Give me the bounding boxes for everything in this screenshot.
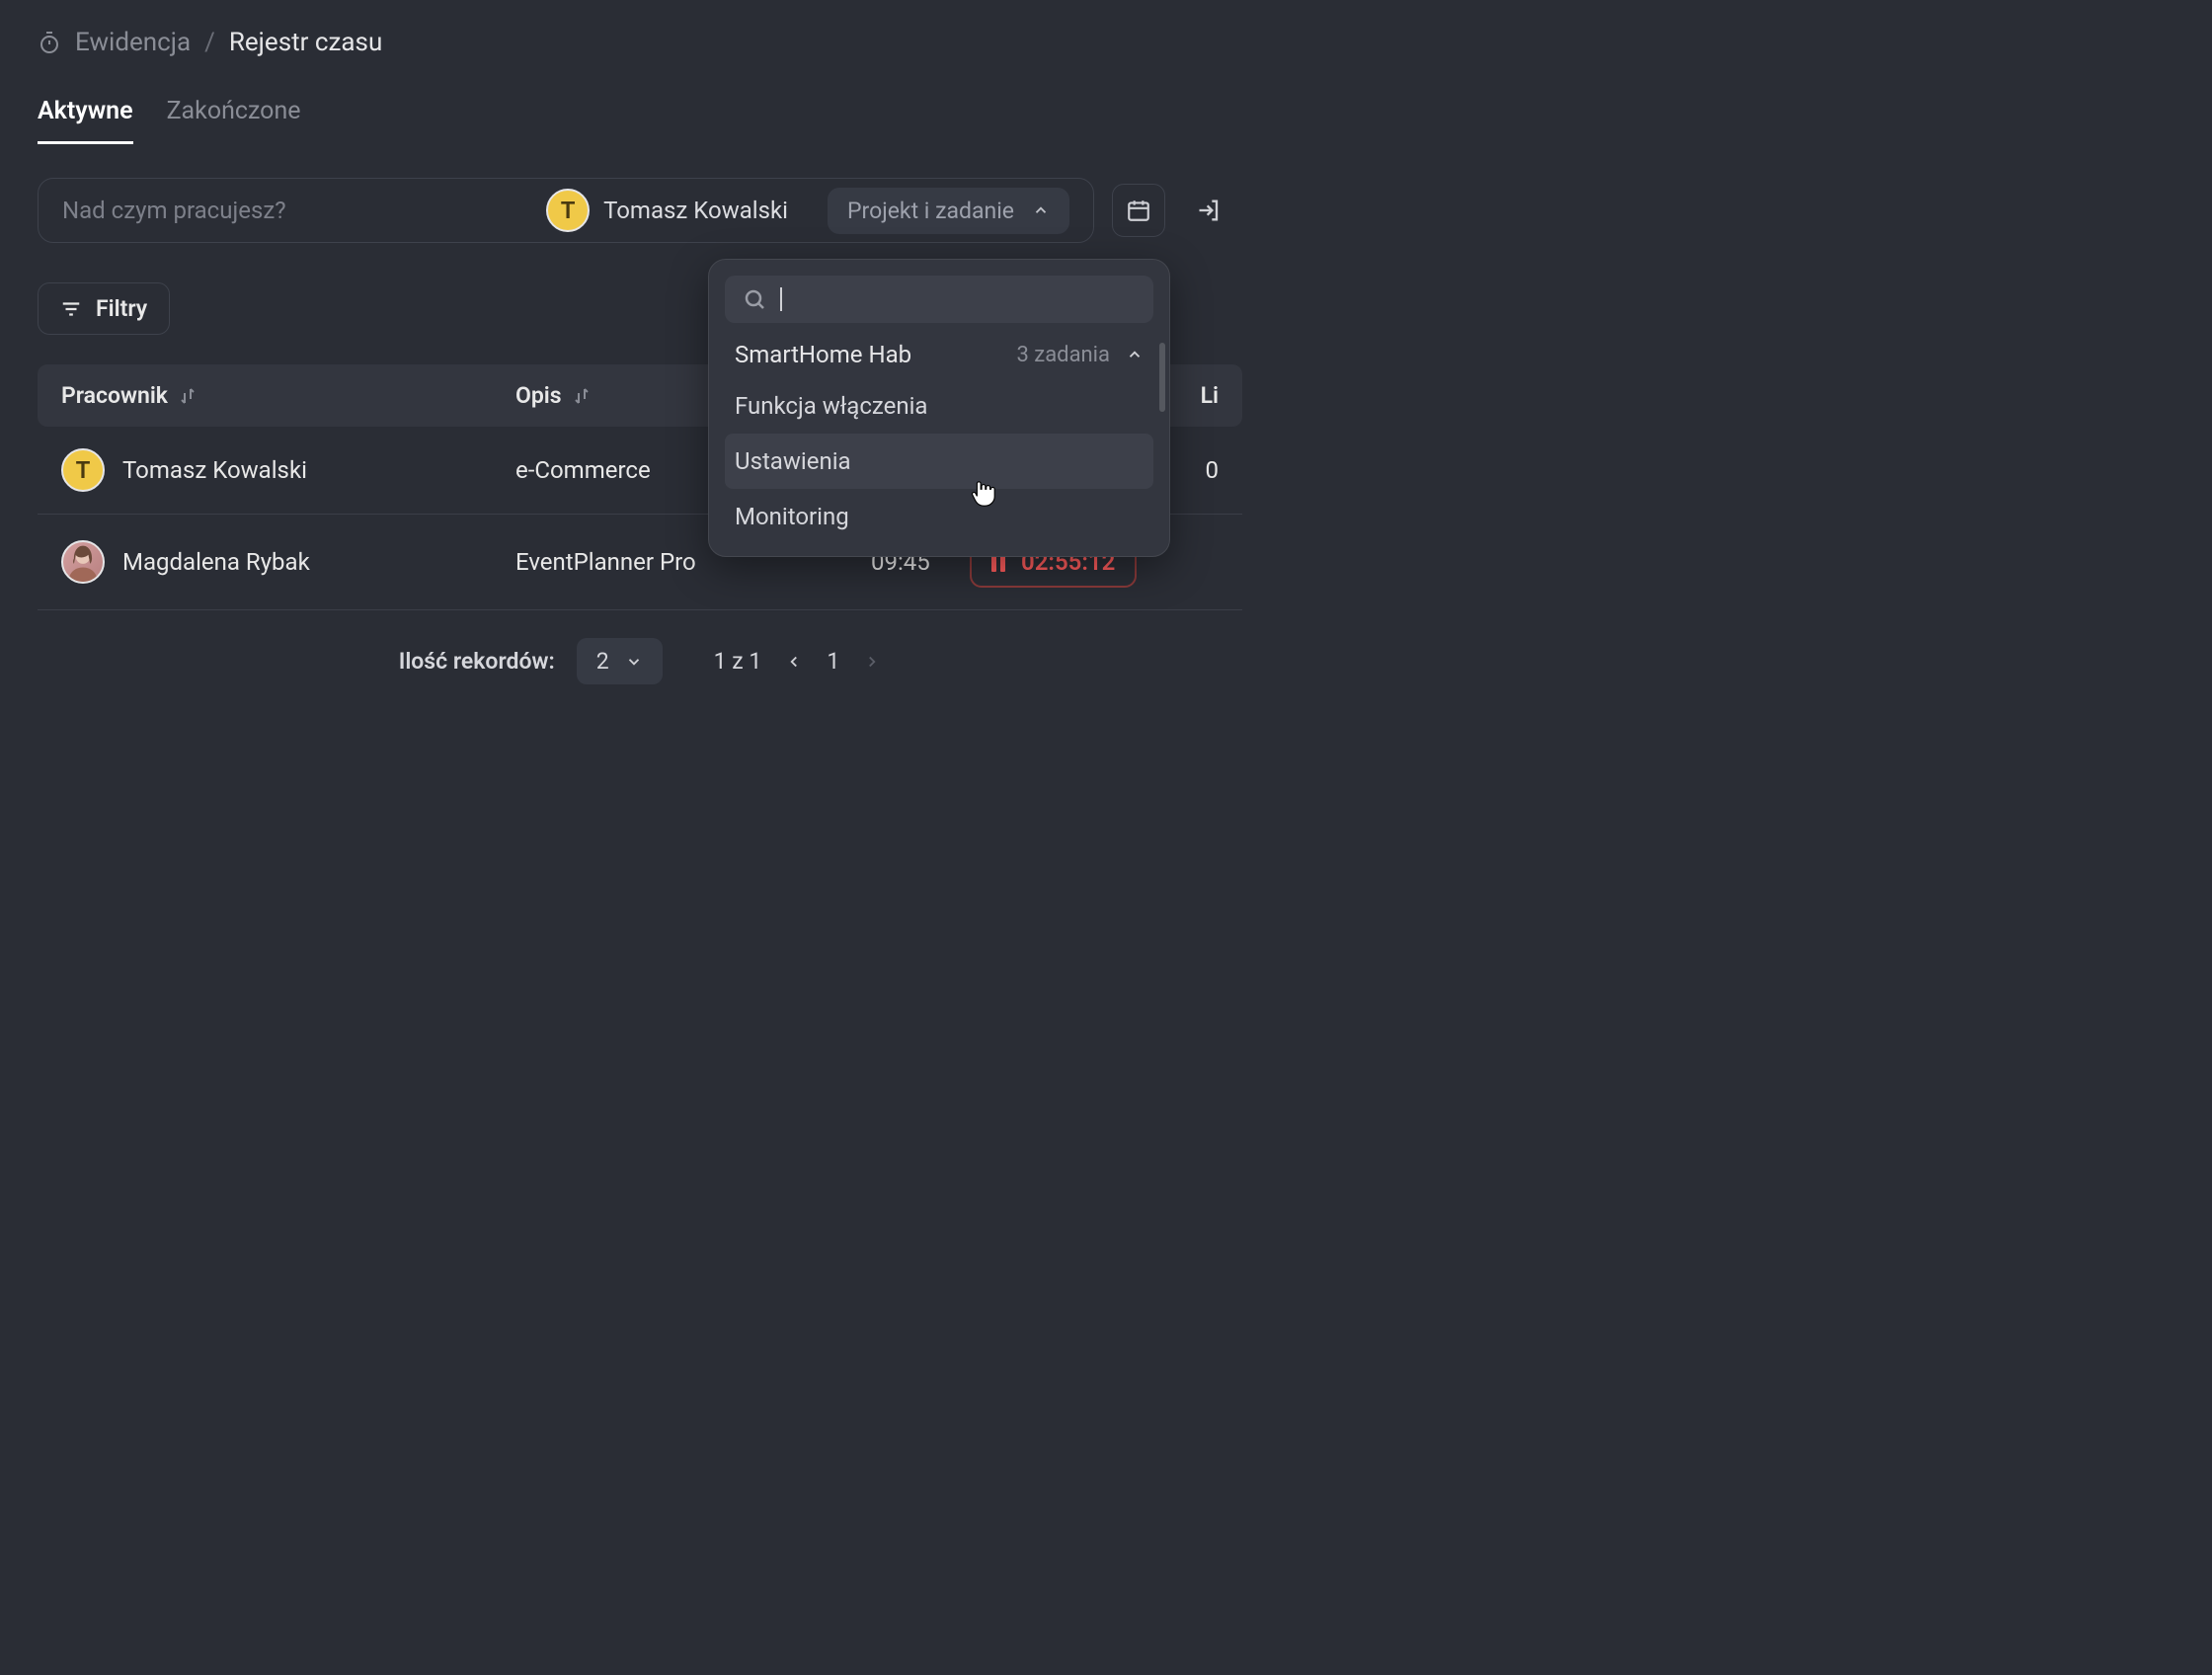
entry-bar: Nad czym pracujesz? T Tomasz Kowalski Pr… [38, 178, 1094, 243]
column-right[interactable]: Li [1201, 382, 1219, 409]
calendar-icon [1126, 198, 1151, 223]
filters-button[interactable]: Filtry [38, 282, 170, 335]
page-range: 1 z 1 [714, 648, 762, 675]
column-worker[interactable]: Pracownik [61, 382, 515, 409]
task-option[interactable]: Funkcja włączenia [725, 378, 1153, 434]
avatar: T [546, 189, 590, 232]
avatar [61, 540, 105, 584]
pagination: Ilość rekordów: 2 1 z 1 1 [38, 638, 1242, 684]
popover-search[interactable] [725, 276, 1153, 323]
text-caret [780, 287, 782, 311]
project-task-dropdown[interactable]: Projekt i zadanie [828, 188, 1069, 234]
records-label: Ilość rekordów: [399, 648, 555, 675]
project-group[interactable]: SmartHome Hab 3 zadania [725, 323, 1153, 378]
filters-label: Filtry [96, 295, 147, 322]
search-icon [743, 287, 766, 311]
project-task-count: 3 zadania [1016, 343, 1110, 367]
breadcrumb-page: Rejestr czasu [229, 28, 382, 57]
task-input[interactable]: Nad czym pracujesz? [62, 197, 526, 224]
column-desc-label: Opis [515, 382, 562, 409]
tab-active[interactable]: Aktywne [38, 97, 133, 144]
task-option[interactable]: Ustawienia [725, 434, 1153, 489]
breadcrumb-separator: / [204, 28, 215, 57]
row-worker-name: Tomasz Kowalski [122, 456, 307, 484]
column-worker-label: Pracownik [61, 382, 168, 409]
stopwatch-icon [38, 31, 61, 54]
enter-button[interactable] [1183, 184, 1236, 237]
sort-icon [180, 386, 196, 406]
project-task-popover: SmartHome Hab 3 zadania Funkcja włączeni… [708, 259, 1170, 557]
breadcrumb-section[interactable]: Ewidencja [75, 28, 191, 57]
user-chip[interactable]: T Tomasz Kowalski [546, 189, 788, 232]
chevron-up-icon [1126, 346, 1144, 363]
cursor-pointer-icon [968, 478, 997, 508]
prev-page[interactable] [785, 653, 803, 671]
page-size-value: 2 [596, 648, 609, 675]
enter-icon [1196, 197, 1224, 224]
row-right: 0 [1206, 456, 1220, 484]
project-label: Projekt i zadanie [847, 198, 1014, 224]
project-group-name: SmartHome Hab [735, 341, 911, 368]
tab-done[interactable]: Zakończone [167, 97, 301, 144]
chevron-down-icon [625, 653, 643, 671]
tabs: Aktywne Zakończone [38, 97, 1242, 144]
user-name: Tomasz Kowalski [603, 197, 788, 224]
scrollbar-thumb[interactable] [1159, 343, 1165, 412]
chevron-up-icon [1032, 201, 1050, 219]
sort-icon [574, 386, 590, 406]
filter-icon [60, 298, 82, 320]
next-page[interactable] [863, 653, 881, 671]
page-current: 1 [827, 648, 839, 675]
row-worker-name: Magdalena Rybak [122, 548, 310, 576]
calendar-button[interactable] [1112, 184, 1165, 237]
breadcrumb: Ewidencja / Rejestr czasu [38, 28, 1242, 57]
avatar: T [61, 448, 105, 492]
task-option[interactable]: Monitoring [725, 489, 1153, 544]
page-size-select[interactable]: 2 [577, 638, 663, 684]
